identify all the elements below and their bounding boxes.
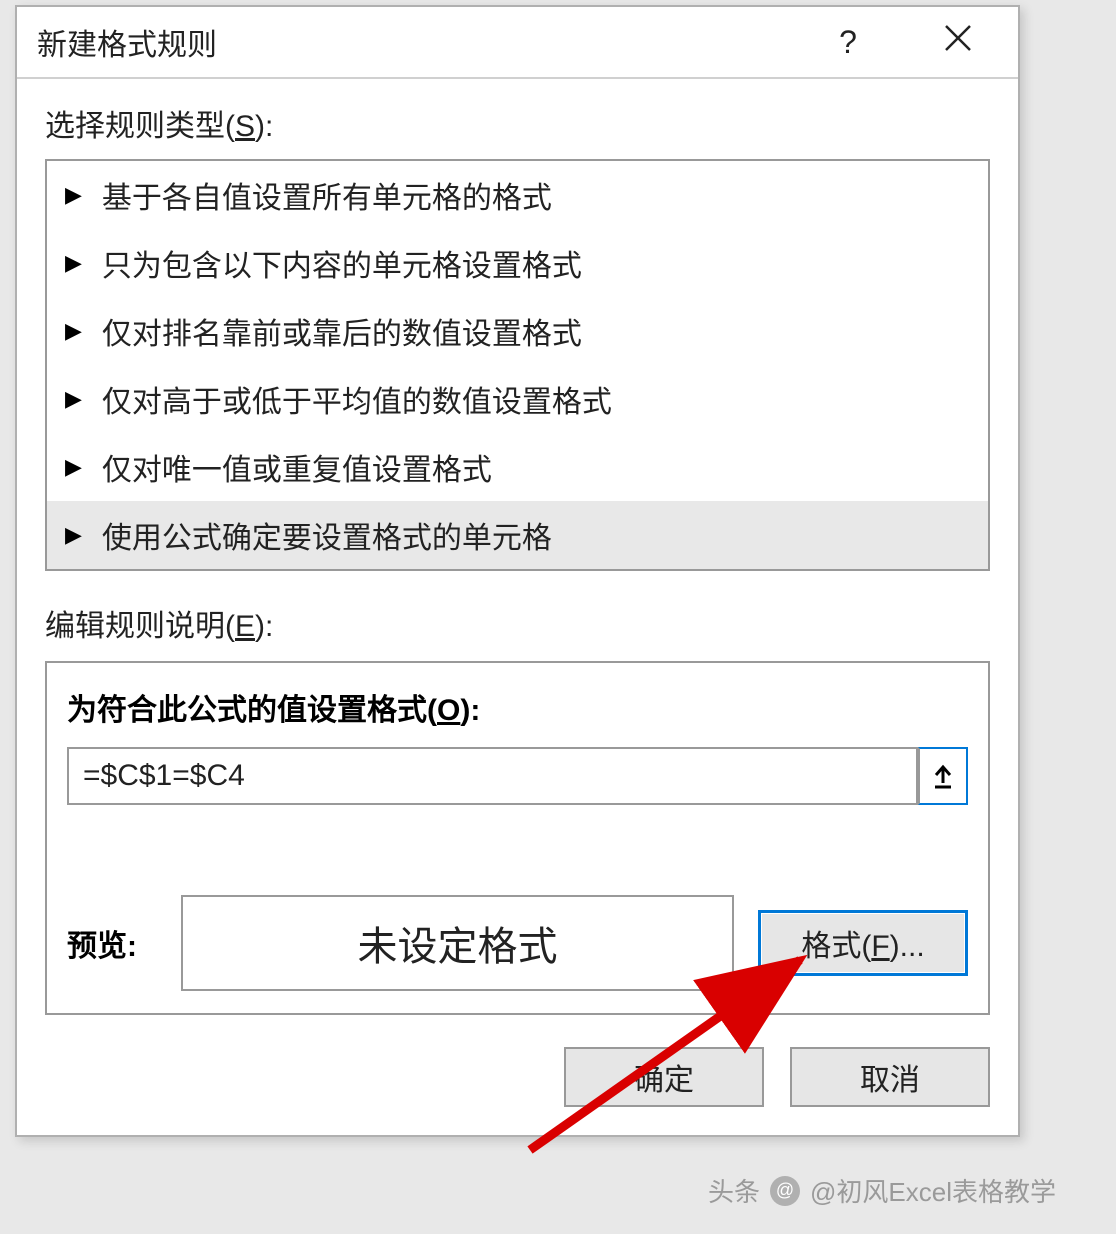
help-button[interactable]: ? bbox=[818, 24, 878, 61]
rule-type-text: 仅对唯一值或重复值设置格式 bbox=[102, 445, 492, 489]
rule-type-list: ▶ 基于各自值设置所有单元格的格式 ▶ 只为包含以下内容的单元格设置格式 ▶ 仅… bbox=[45, 159, 990, 571]
watermark-icon: @ bbox=[770, 1176, 800, 1206]
close-button[interactable] bbox=[918, 23, 998, 61]
edit-rule-section: 为符合此公式的值设置格式(O): 预览: 未设定格式 bbox=[45, 661, 990, 1015]
dialog-body: 选择规则类型(S): ▶ 基于各自值设置所有单元格的格式 ▶ 只为包含以下内容的… bbox=[17, 79, 1018, 1025]
rule-type-item-selected[interactable]: ▶ 使用公式确定要设置格式的单元格 bbox=[47, 501, 988, 569]
preview-label: 预览: bbox=[67, 921, 157, 965]
rule-type-text: 基于各自值设置所有单元格的格式 bbox=[102, 173, 552, 217]
range-selector-button[interactable] bbox=[918, 747, 968, 805]
bullet-icon: ▶ bbox=[65, 386, 82, 412]
watermark-text: @初风Excel表格教学 bbox=[810, 1172, 1056, 1209]
rule-type-text: 只为包含以下内容的单元格设置格式 bbox=[102, 241, 582, 285]
rule-type-item[interactable]: ▶ 仅对排名靠前或靠后的数值设置格式 bbox=[47, 297, 988, 365]
formula-title: 为符合此公式的值设置格式(O): bbox=[67, 685, 968, 729]
rule-type-item[interactable]: ▶ 只为包含以下内容的单元格设置格式 bbox=[47, 229, 988, 297]
rule-type-item[interactable]: ▶ 仅对高于或低于平均值的数值设置格式 bbox=[47, 365, 988, 433]
rule-type-label: 选择规则类型(S): bbox=[45, 101, 990, 145]
bullet-icon: ▶ bbox=[65, 454, 82, 480]
rule-type-text: 使用公式确定要设置格式的单元格 bbox=[102, 513, 552, 557]
close-icon bbox=[943, 23, 973, 53]
bullet-icon: ▶ bbox=[65, 522, 82, 548]
rule-type-text: 仅对排名靠前或靠后的数值设置格式 bbox=[102, 309, 582, 353]
rule-type-item[interactable]: ▶ 仅对唯一值或重复值设置格式 bbox=[47, 433, 988, 501]
watermark: 头条 @ @初风Excel表格教学 bbox=[708, 1172, 1056, 1209]
rule-type-text: 仅对高于或低于平均值的数值设置格式 bbox=[102, 377, 612, 421]
dialog-footer: 确定 取消 bbox=[17, 1025, 1018, 1135]
bullet-icon: ▶ bbox=[65, 250, 82, 276]
collapse-dialog-icon bbox=[932, 763, 954, 789]
bullet-icon: ▶ bbox=[65, 318, 82, 344]
preview-box: 未设定格式 bbox=[181, 895, 734, 991]
formula-input[interactable] bbox=[67, 747, 918, 805]
preview-row: 预览: 未设定格式 格式(F)... bbox=[67, 895, 968, 991]
edit-rule-label: 编辑规则说明(E): bbox=[45, 601, 990, 645]
new-formatting-rule-dialog: 新建格式规则 ? 选择规则类型(S): ▶ 基于各自值设置所有单元格的格式 ▶ … bbox=[15, 5, 1020, 1137]
format-button[interactable]: 格式(F)... bbox=[758, 910, 968, 976]
cancel-button[interactable]: 取消 bbox=[790, 1047, 990, 1107]
preview-text: 未设定格式 bbox=[358, 914, 558, 972]
titlebar: 新建格式规则 ? bbox=[17, 7, 1018, 79]
ok-button[interactable]: 确定 bbox=[564, 1047, 764, 1107]
bullet-icon: ▶ bbox=[65, 182, 82, 208]
dialog-title: 新建格式规则 bbox=[37, 20, 818, 64]
watermark-prefix: 头条 bbox=[708, 1172, 760, 1209]
rule-type-item[interactable]: ▶ 基于各自值设置所有单元格的格式 bbox=[47, 161, 988, 229]
formula-row bbox=[67, 747, 968, 805]
